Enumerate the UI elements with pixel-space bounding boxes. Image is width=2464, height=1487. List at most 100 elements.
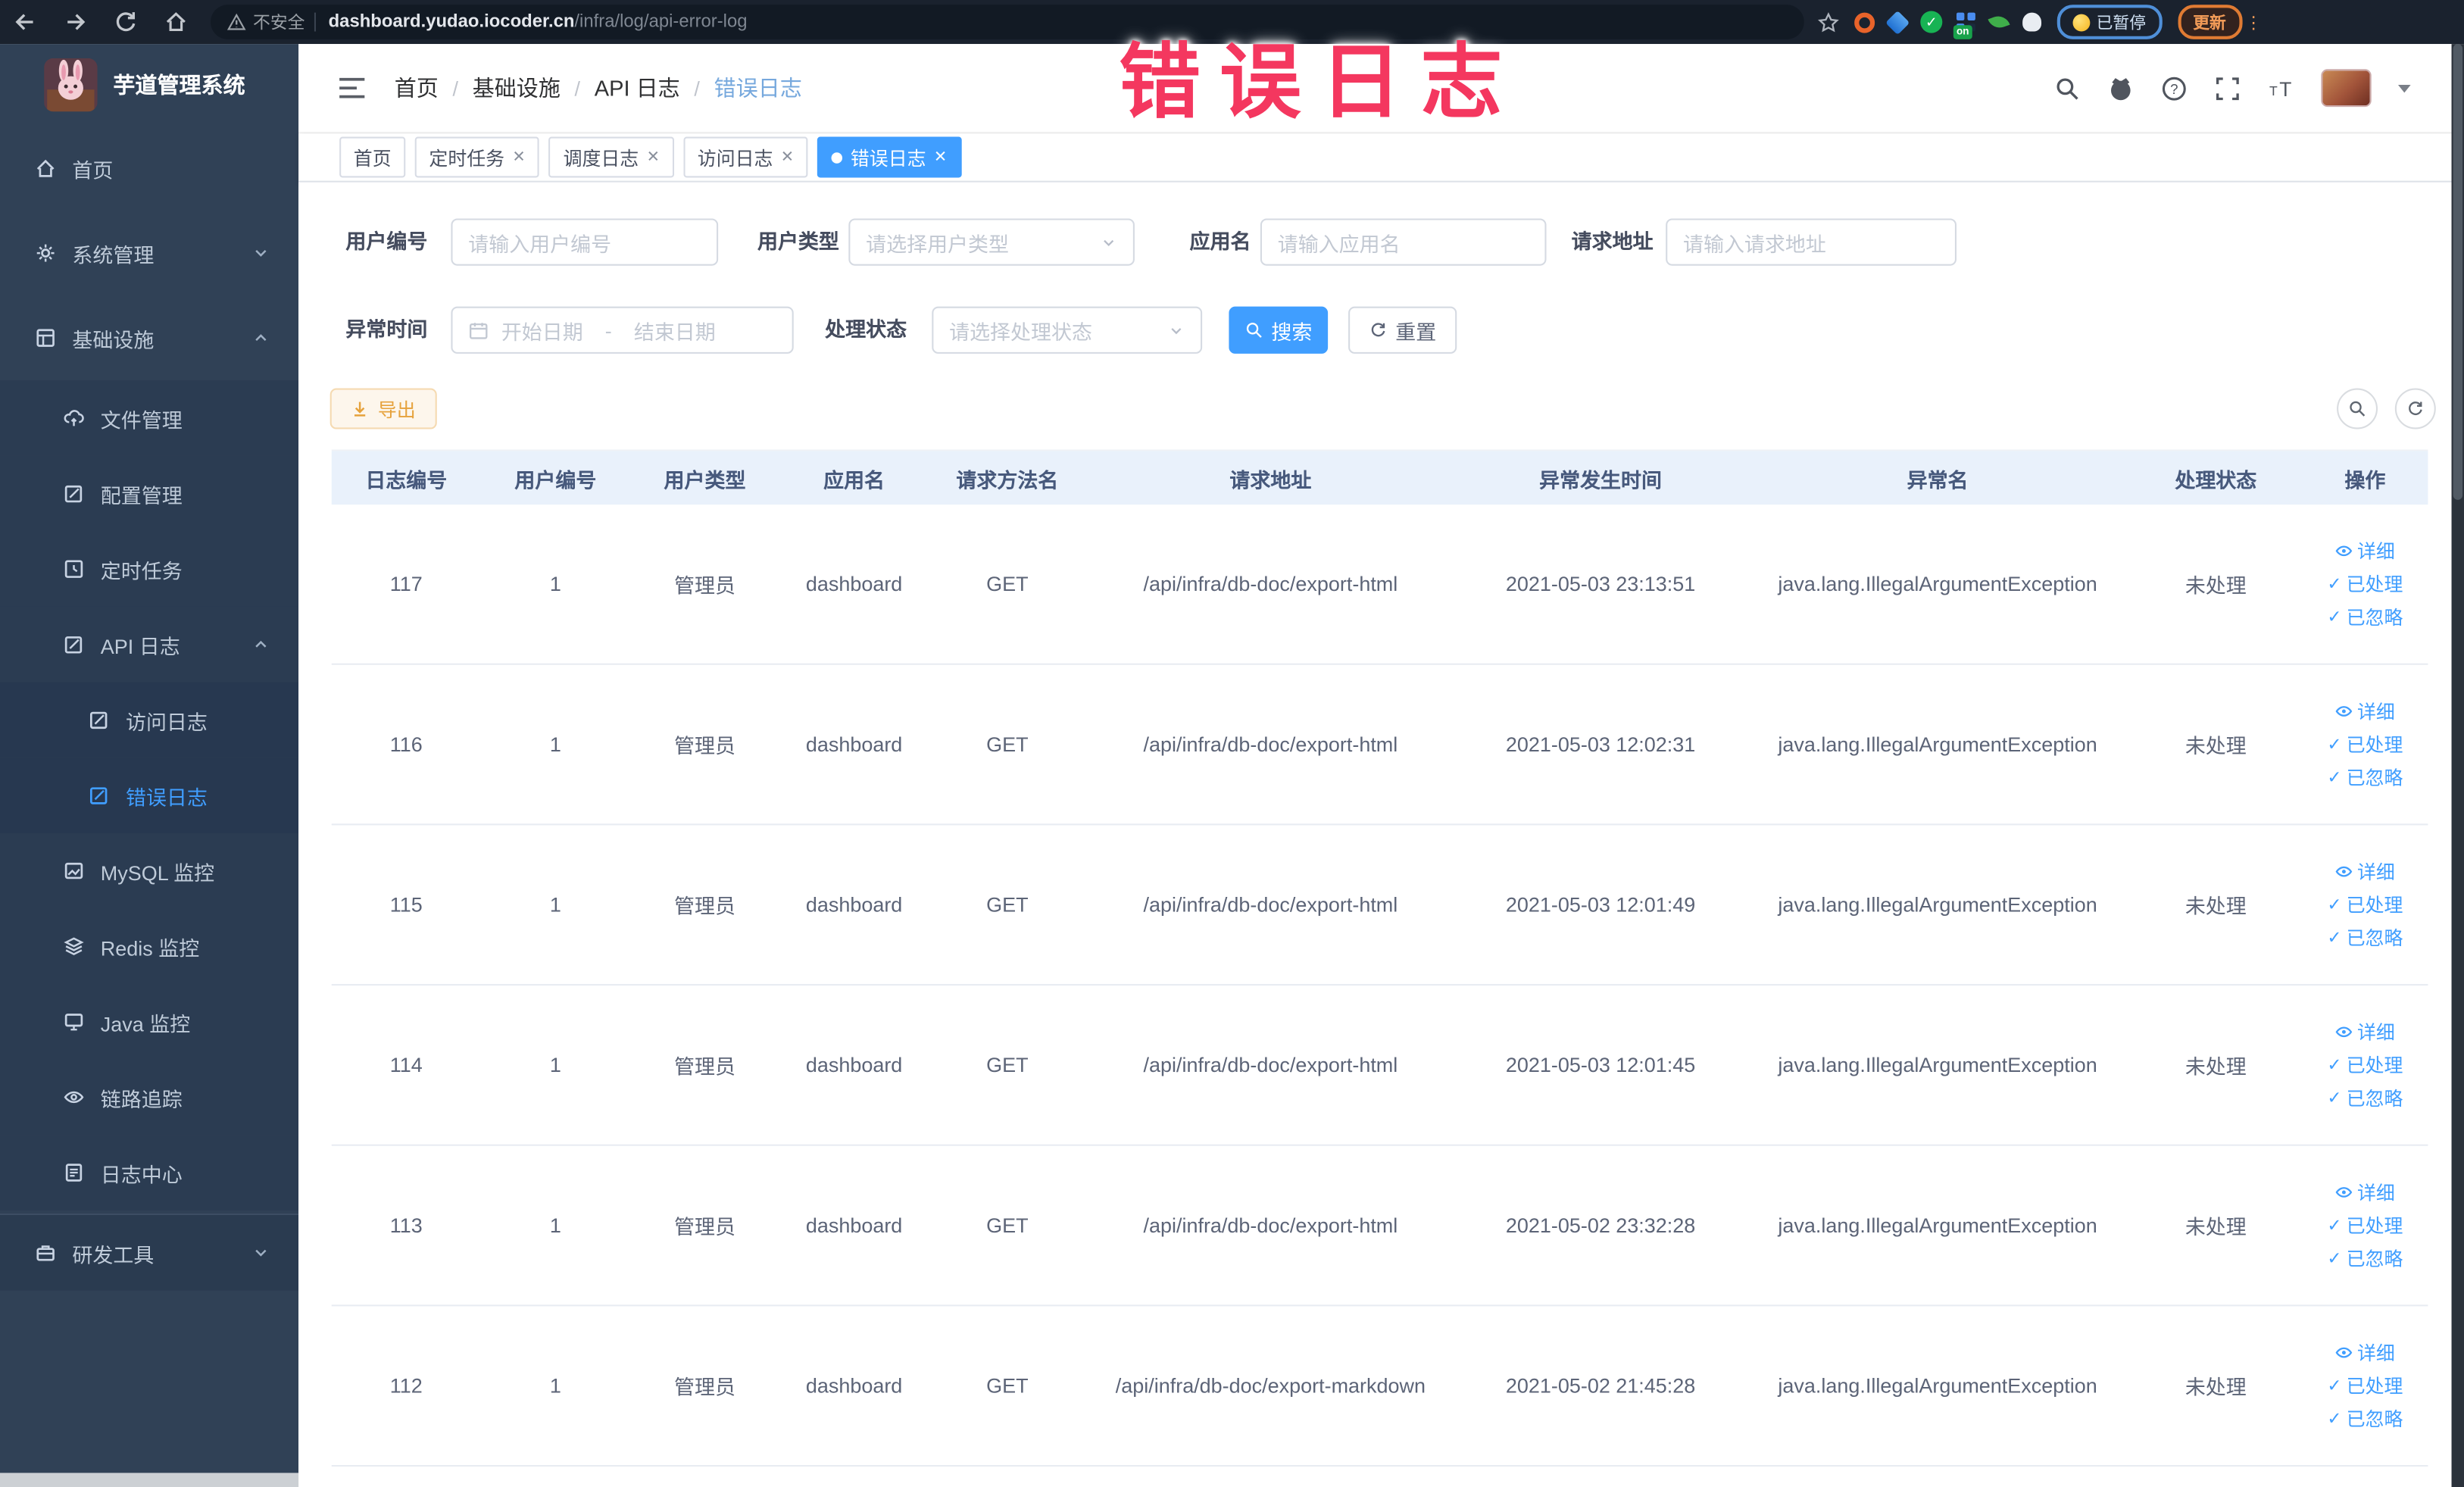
sidebar-item-home[interactable]: 首页 — [0, 126, 298, 211]
close-icon[interactable]: ✕ — [934, 148, 947, 166]
mark-ignored-link[interactable]: ✓ 已忽略 — [2327, 1085, 2403, 1111]
mark-processed-link[interactable]: ✓ 已处理 — [2327, 570, 2403, 597]
user-avatar[interactable] — [2321, 69, 2372, 108]
mark-ignored-link[interactable]: ✓ 已忽略 — [2327, 924, 2403, 951]
search-icon[interactable] — [2054, 75, 2081, 102]
browser-home-icon[interactable] — [164, 9, 189, 34]
mark-processed-link[interactable]: ✓ 已处理 — [2327, 1212, 2403, 1239]
sidebar-item-config-manage[interactable]: 配置管理 — [0, 455, 299, 532]
sidebar-item-infra[interactable]: 基础设施 — [0, 295, 298, 380]
sidebar-scrollbar[interactable] — [0, 1473, 299, 1487]
avatar-caret-icon[interactable] — [2397, 84, 2411, 92]
sidebar-item-error-log[interactable]: 错误日志 — [0, 758, 299, 833]
extensions-area: ✓ on — [1816, 9, 2042, 39]
tab-error-log[interactable]: 错误日志 ✕ — [817, 136, 961, 178]
extension-puzzle-icon[interactable] — [2022, 12, 2042, 32]
sidebar-item-dev-tools[interactable]: 研发工具 — [0, 1215, 299, 1291]
bookmark-star-icon[interactable] — [1816, 10, 1840, 33]
browser-reload-icon[interactable] — [113, 9, 138, 34]
fullscreen-icon[interactable] — [2214, 75, 2241, 102]
detail-link[interactable]: 详细 — [2335, 1179, 2395, 1205]
close-icon[interactable]: ✕ — [647, 148, 660, 166]
sidebar-item-tracing[interactable]: 链路追踪 — [0, 1059, 299, 1136]
user-no-input[interactable]: 请输入用户编号 — [451, 218, 719, 266]
check-icon: ✓ — [2327, 768, 2342, 788]
sidebar-item-access-log[interactable]: 访问日志 — [0, 682, 299, 758]
infra-icon — [36, 329, 55, 347]
font-size-icon[interactable]: TT — [2268, 75, 2294, 102]
mark-ignored-link[interactable]: ✓ 已忽略 — [2327, 1245, 2403, 1271]
github-icon[interactable] — [2107, 75, 2134, 102]
mark-processed-link[interactable]: ✓ 已处理 — [2327, 731, 2403, 758]
detail-link[interactable]: 详细 — [2335, 538, 2395, 564]
sidebar-item-mysql-monitor[interactable]: MySQL 监控 — [0, 833, 299, 909]
refresh-table-button[interactable] — [2394, 388, 2436, 430]
req-url-input[interactable]: 请输入请求地址 — [1666, 218, 1957, 266]
error-log-icon — [89, 787, 108, 804]
scrollbar-thumb[interactable] — [2453, 44, 2463, 500]
extension-orange-icon[interactable] — [1854, 11, 1875, 33]
cell-user-type: 管理员 — [674, 734, 735, 758]
close-icon[interactable]: ✕ — [512, 148, 525, 166]
sidebar-item-java-monitor[interactable]: Java 监控 — [0, 984, 299, 1060]
detail-link[interactable]: 详细 — [2335, 858, 2395, 885]
check-icon: ✓ — [2327, 608, 2342, 627]
page-scrollbar[interactable] — [2451, 44, 2464, 1487]
mark-ignored-link[interactable]: ✓ 已忽略 — [2327, 604, 2403, 630]
toggle-search-button[interactable] — [2337, 388, 2378, 430]
address-bar[interactable]: 不安全 dashboard.yudao.iocoder.cn /infra/lo… — [211, 5, 1804, 39]
browser-menu-icon[interactable]: ⋮ — [2245, 12, 2263, 33]
cell-exception: java.lang.IllegalArgumentException — [1778, 892, 2097, 917]
browser-update-button[interactable]: 更新 — [2177, 5, 2242, 39]
help-icon[interactable]: ? — [2161, 75, 2188, 102]
sidebar-item-cron-job[interactable]: 定时任务 — [0, 531, 299, 607]
tab-cron-job[interactable]: 定时任务 ✕ — [414, 136, 540, 178]
extension-blue-shield-icon[interactable] — [1885, 9, 1910, 35]
update-label: 更新 — [2193, 13, 2226, 33]
navbar-actions: ? TT — [2054, 69, 2464, 108]
extension-grid-icon[interactable]: on — [1953, 12, 1975, 39]
tab-home[interactable]: 首页 — [339, 136, 406, 178]
profile-paused-badge[interactable]: 已暂停 — [2056, 5, 2162, 39]
browser-forward-icon[interactable] — [63, 9, 88, 34]
url-domain[interactable]: dashboard.yudao.iocoder.cn — [329, 13, 575, 32]
sidebar-item-file-manage[interactable]: 文件管理 — [0, 380, 299, 456]
breadcrumb-home[interactable]: 首页 — [395, 72, 439, 104]
reset-button[interactable]: 重置 — [1348, 306, 1457, 354]
cell-time: 2021-05-02 23:32:28 — [1505, 1213, 1696, 1238]
search-button[interactable]: 搜索 — [1229, 306, 1329, 354]
detail-link[interactable]: 详细 — [2335, 1019, 2395, 1045]
user-type-select[interactable]: 请选择用户类型 — [848, 218, 1135, 266]
browser-back-icon[interactable] — [13, 9, 38, 34]
mark-ignored-link[interactable]: ✓ 已忽略 — [2327, 1405, 2403, 1432]
breadcrumb-infra[interactable]: 基础设施 — [473, 72, 561, 104]
security-label[interactable]: 不安全 — [253, 9, 304, 34]
breadcrumb-api-log[interactable]: API 日志 — [595, 72, 680, 104]
sidebar-logo-row[interactable]: 芋道管理系统 — [0, 44, 298, 126]
table-row: 116 1 管理员 dashboard GET /api/infra/db-do… — [331, 665, 2428, 826]
tab-access-log[interactable]: 访问日志 ✕ — [683, 136, 808, 178]
clock-icon — [64, 560, 83, 578]
close-icon[interactable]: ✕ — [781, 148, 794, 166]
detail-link[interactable]: 详细 — [2335, 698, 2395, 724]
extension-leaf-icon[interactable] — [1988, 12, 2010, 32]
tab-schedule-log[interactable]: 调度日志 ✕ — [548, 136, 674, 178]
mark-processed-link[interactable]: ✓ 已处理 — [2327, 1051, 2403, 1078]
url-path[interactable]: /infra/log/api-error-log — [574, 13, 747, 32]
app-name-input[interactable]: 请输入应用名 — [1260, 218, 1547, 266]
export-button[interactable]: 导出 — [329, 388, 437, 430]
sidebar-item-system[interactable]: 系统管理 — [0, 211, 298, 295]
mark-processed-link[interactable]: ✓ 已处理 — [2327, 892, 2403, 918]
hamburger-icon[interactable] — [338, 76, 367, 101]
status-select[interactable]: 请选择处理状态 — [932, 306, 1203, 354]
sidebar-item-redis-monitor[interactable]: Redis 监控 — [0, 908, 299, 985]
cloud-upload-icon — [64, 410, 84, 427]
exc-time-range-picker[interactable]: 开始日期 - 结束日期 — [451, 306, 794, 354]
sidebar-item-log-center[interactable]: 日志中心 — [0, 1135, 299, 1211]
mark-processed-link[interactable]: ✓ 已处理 — [2327, 1373, 2403, 1399]
cell-user-id: 1 — [549, 1053, 561, 1077]
extension-green-check-icon[interactable]: ✓ — [1920, 11, 1943, 33]
detail-link[interactable]: 详细 — [2335, 1339, 2395, 1366]
sidebar-item-api-log[interactable]: API 日志 — [0, 606, 299, 683]
mark-ignored-link[interactable]: ✓ 已忽略 — [2327, 764, 2403, 790]
